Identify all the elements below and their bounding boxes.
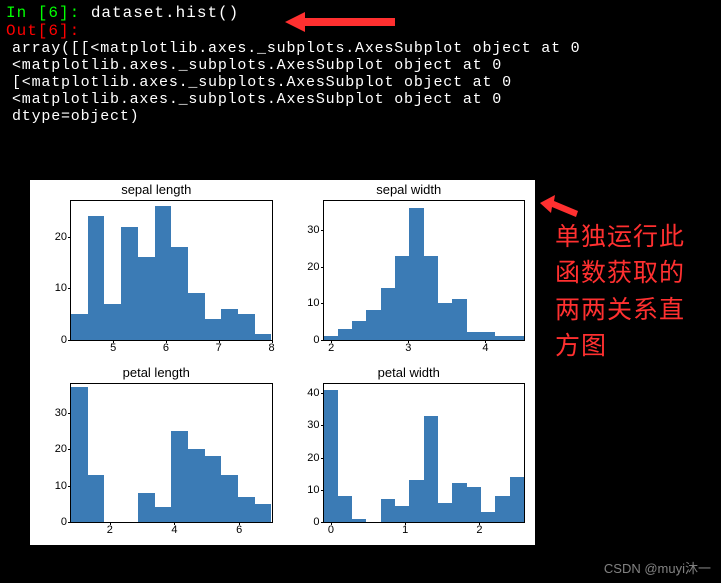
axes: 010203040012 — [323, 383, 526, 524]
bar — [88, 475, 105, 522]
bar — [452, 299, 466, 339]
bar — [121, 227, 138, 340]
bar — [338, 329, 352, 340]
bar — [352, 321, 366, 339]
in-prompt-num: 6 — [48, 4, 59, 22]
bar — [338, 496, 352, 522]
bar — [409, 480, 423, 522]
bar — [424, 416, 438, 522]
bar — [171, 247, 188, 339]
bars — [71, 201, 272, 340]
subplot-sepal-length: sepal length010205678 — [30, 180, 283, 363]
bar — [438, 303, 452, 339]
subplot-petal-width: petal width010203040012 — [283, 363, 536, 546]
arrow-icon — [285, 10, 405, 40]
bar — [155, 507, 172, 522]
out-prompt: Out[ — [6, 22, 48, 40]
axes: 0102030234 — [323, 200, 526, 341]
bar — [205, 456, 222, 522]
subplot-petal-length: petal length0102030246 — [30, 363, 283, 546]
bar — [71, 387, 88, 522]
annotation-text: 单独运行此 函数获取的 两两关系直 方图 — [555, 220, 685, 365]
bar — [71, 314, 88, 340]
output-line-3: <matplotlib.axes._subplots.AxesSubplot o… — [6, 91, 715, 108]
bar — [395, 256, 409, 340]
bar — [221, 475, 238, 522]
chart-title: petal length — [30, 363, 283, 383]
bar — [467, 332, 481, 339]
bar — [381, 288, 395, 339]
bar — [495, 336, 509, 340]
bars — [324, 201, 525, 340]
bar — [424, 256, 438, 340]
chart-title: petal width — [283, 363, 536, 383]
bar — [395, 506, 409, 522]
bar — [381, 499, 395, 522]
bar — [188, 449, 205, 522]
axes: 0102030246 — [70, 383, 273, 524]
chart-title: sepal width — [283, 180, 536, 200]
bar — [352, 519, 366, 522]
in-prompt-close: ]: — [59, 4, 80, 22]
bar — [238, 314, 255, 340]
output-line-2: [<matplotlib.axes._subplots.AxesSubplot … — [6, 74, 715, 91]
code-command: dataset.hist() — [80, 4, 239, 22]
subplot-sepal-width: sepal width0102030234 — [283, 180, 536, 363]
bar — [188, 293, 205, 339]
bar — [221, 309, 238, 340]
bar — [155, 206, 172, 339]
bar — [104, 304, 121, 340]
bars — [324, 384, 525, 523]
in-prompt: In [ — [6, 4, 48, 22]
bar — [467, 487, 481, 522]
bar — [409, 208, 423, 339]
bar — [510, 477, 524, 522]
bar — [238, 497, 255, 523]
out-prompt-num: 6 — [48, 22, 59, 40]
bar — [171, 431, 188, 522]
bar — [481, 512, 495, 522]
bar — [481, 332, 495, 339]
bar — [510, 336, 524, 340]
output-line-1: <matplotlib.axes._subplots.AxesSubplot o… — [6, 57, 715, 74]
bar — [452, 483, 466, 522]
bar — [366, 310, 380, 339]
output-line-4: dtype=object) — [6, 108, 715, 125]
histogram-figure: sepal length010205678sepal width01020302… — [30, 180, 535, 545]
bar — [138, 257, 155, 339]
watermark: CSDN @muyi沐一 — [604, 558, 711, 577]
out-prompt-close: ]: — [59, 22, 80, 40]
chart-title: sepal length — [30, 180, 283, 200]
bar — [495, 496, 509, 522]
bar — [88, 216, 105, 339]
bar — [324, 390, 338, 522]
bar — [138, 493, 155, 522]
bar — [205, 319, 222, 340]
axes: 010205678 — [70, 200, 273, 341]
bars — [71, 384, 272, 523]
output-line-0: array([[<matplotlib.axes._subplots.AxesS… — [6, 40, 715, 57]
bar — [255, 504, 272, 522]
bar — [438, 503, 452, 522]
